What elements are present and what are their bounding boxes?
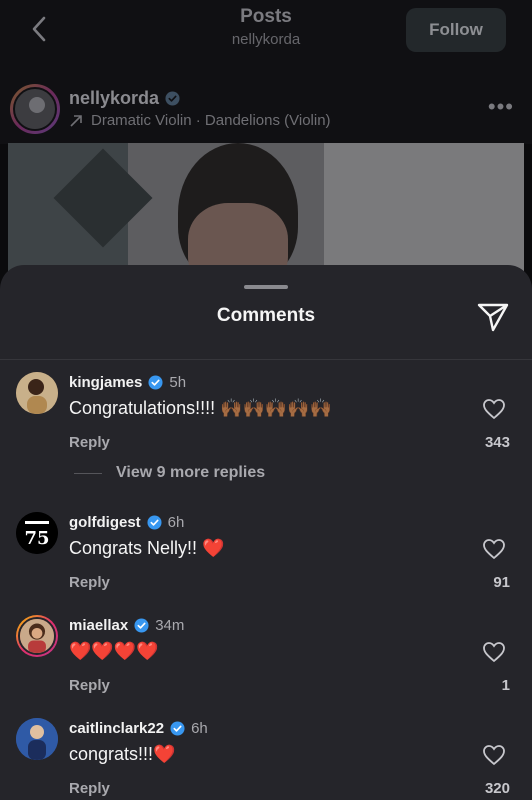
- heart-icon[interactable]: [482, 538, 506, 560]
- like-count: 343: [484, 434, 510, 451]
- more-options-icon[interactable]: •••: [488, 94, 514, 120]
- svg-text:75: 75: [24, 528, 49, 549]
- post-image[interactable]: [8, 143, 524, 273]
- post-header: nellykorda Dramatic Violin · Dandelions …: [0, 64, 532, 144]
- comment-time: 5h: [169, 374, 187, 391]
- verified-badge-icon: [134, 618, 149, 633]
- avatar-image: [18, 617, 56, 655]
- follow-button[interactable]: Follow: [406, 8, 506, 52]
- comment-time: 6h: [167, 514, 185, 531]
- like-count: 320: [484, 780, 510, 797]
- commenter-avatar[interactable]: [16, 372, 58, 414]
- post-avatar[interactable]: [10, 84, 60, 134]
- comments-sheet: Comments kingjames 5h Congratulations!!!…: [0, 265, 532, 800]
- replies-line: [74, 472, 102, 474]
- comment-username[interactable]: caitlinclark22: [69, 720, 164, 737]
- post-audio[interactable]: Dramatic Violin · Dandelions (Violin): [69, 112, 331, 129]
- avatar-image: [16, 718, 58, 760]
- arrow-up-right-icon: [70, 114, 82, 127]
- heart-icon[interactable]: [482, 398, 506, 420]
- comment-username[interactable]: miaellax: [69, 617, 128, 634]
- reply-button[interactable]: Reply: [69, 574, 110, 591]
- comment-text: Congratulations!!!! 🙌🏾🙌🏾🙌🏾🙌🏾🙌🏾: [69, 398, 333, 418]
- heart-icon[interactable]: [482, 744, 506, 766]
- comment-time: 6h: [191, 720, 208, 737]
- comment-text: Congrats Nelly!! ❤️: [69, 538, 225, 558]
- verified-badge-icon: [148, 375, 163, 390]
- comment-meta: kingjames 5h: [69, 374, 186, 391]
- top-bar: Posts nellykorda Follow: [0, 0, 532, 64]
- view-more-replies[interactable]: View 9 more replies: [74, 464, 265, 482]
- verified-badge-icon: [165, 91, 180, 106]
- comments-title: Comments: [216, 305, 316, 326]
- comment-meta: caitlinclark22 6h: [69, 720, 208, 737]
- avatar-image: [13, 87, 57, 131]
- comment-meta: golfdigest 6h: [69, 514, 184, 531]
- verified-badge-icon: [147, 515, 162, 530]
- comment-username[interactable]: golfdigest: [69, 514, 141, 531]
- sheet-divider: [0, 359, 532, 360]
- photo-face: [188, 203, 288, 273]
- commenter-avatar[interactable]: [16, 615, 58, 657]
- commenter-avatar[interactable]: 75: [16, 512, 58, 554]
- comment-text: congrats!!!❤️: [69, 744, 176, 764]
- reply-button[interactable]: Reply: [69, 780, 110, 797]
- photo-window: [324, 143, 524, 273]
- like-count: 91: [493, 574, 510, 591]
- comment-time: 34m: [155, 617, 185, 634]
- comment-meta: miaellax 34m: [69, 617, 184, 634]
- comment-text: ❤️❤️❤️❤️: [69, 641, 159, 661]
- send-icon[interactable]: [476, 301, 510, 333]
- audio-label: Dramatic Violin · Dandelions (Violin): [91, 112, 331, 129]
- sheet-grabber[interactable]: [244, 285, 288, 289]
- post-username: nellykorda: [69, 88, 160, 108]
- comment-username[interactable]: kingjames: [69, 374, 142, 391]
- post-author[interactable]: nellykorda: [69, 88, 180, 109]
- commenter-avatar[interactable]: [16, 718, 58, 760]
- avatar-image: [16, 372, 58, 414]
- reply-button[interactable]: Reply: [69, 677, 110, 694]
- verified-badge-icon: [170, 721, 185, 736]
- heart-icon[interactable]: [482, 641, 506, 663]
- like-count: 1: [501, 677, 510, 694]
- view-more-replies-label: View 9 more replies: [116, 464, 266, 481]
- golfdigest-logo-icon: 75: [16, 512, 58, 554]
- reply-button[interactable]: Reply: [69, 434, 110, 451]
